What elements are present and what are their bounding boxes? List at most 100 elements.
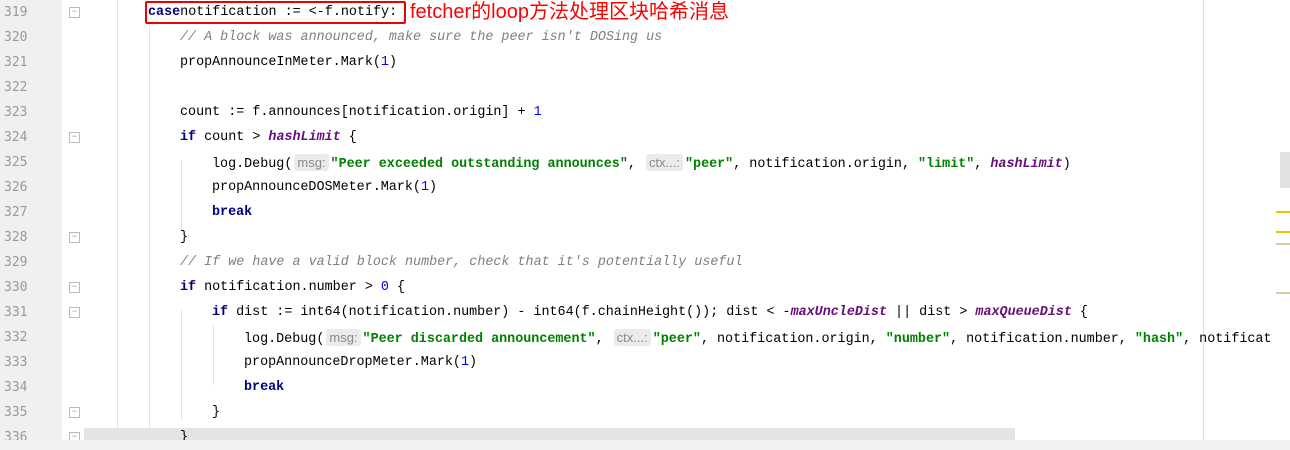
- code-token: break: [244, 380, 285, 395]
- code-token: maxUncleDist: [790, 305, 888, 320]
- code-token: notification.number >: [196, 280, 381, 295]
- code-token: 1: [420, 180, 429, 195]
- code-token: ): [1062, 157, 1071, 172]
- code-token: }: [180, 230, 189, 245]
- parameter-hint: ctx...:: [645, 154, 683, 171]
- code-token: ,: [595, 332, 612, 347]
- fold-icon[interactable]: −: [69, 407, 80, 418]
- code-token: , notification.origin,: [733, 157, 919, 172]
- code-token: if: [212, 305, 229, 320]
- code-token: "peer": [652, 332, 701, 347]
- breadcrumb-bar: [0, 440, 1290, 450]
- code-token: , notification.number,: [950, 332, 1135, 347]
- fold-icon[interactable]: −: [69, 307, 80, 318]
- code-token: propAnnounceInMeter.Mark(: [180, 55, 381, 70]
- code-token: ): [469, 355, 478, 370]
- code-token: ): [388, 55, 397, 70]
- line-number: 330: [4, 280, 28, 295]
- indent-guide: [117, 0, 118, 450]
- code-token: hashLimit: [990, 157, 1063, 172]
- code-line: break: [212, 200, 252, 225]
- code-token: // If we have a valid block number, chec…: [180, 255, 743, 270]
- code-token: log.Debug(: [244, 332, 325, 347]
- code-line: count := f.announces[notification.origin…: [180, 100, 542, 125]
- warning-marker[interactable]: [1276, 211, 1290, 213]
- code-line: }: [212, 400, 220, 425]
- code-line: // If we have a valid block number, chec…: [180, 250, 743, 275]
- line-number: 327: [4, 205, 28, 220]
- code-token: }: [212, 405, 221, 420]
- fold-icon[interactable]: −: [69, 282, 80, 293]
- code-line: propAnnounceDropMeter.Mark(1): [244, 350, 477, 375]
- code-line: if count > hashLimit {: [180, 125, 357, 150]
- parameter-hint: msg:: [294, 154, 329, 171]
- line-number: 334: [4, 380, 28, 395]
- right-margin-guide: [1203, 0, 1204, 440]
- line-number: 333: [4, 355, 28, 370]
- info-marker[interactable]: [1276, 243, 1290, 245]
- code-line: if dist := int64(notification.number) - …: [212, 300, 1088, 325]
- code-token: ): [428, 180, 438, 195]
- fold-icon[interactable]: −: [69, 132, 80, 143]
- code-token: propAnnounceDOSMeter.Mark(: [212, 180, 421, 195]
- line-number: 325: [4, 155, 28, 170]
- code-line: propAnnounceDOSMeter.Mark(1): [212, 175, 437, 200]
- line-number: 331: [4, 305, 28, 320]
- current-line-highlight: [84, 428, 1015, 440]
- code-token: {: [388, 280, 406, 295]
- line-number: 324: [4, 130, 28, 145]
- code-token: break: [212, 205, 253, 220]
- code-token: "peer": [685, 157, 734, 172]
- code-token: if: [180, 280, 197, 295]
- indent-guide: [213, 325, 214, 385]
- code-token: "Peer exceeded outstanding announces": [330, 157, 628, 172]
- scrollbar-thumb[interactable]: [1280, 152, 1290, 188]
- code-token: propAnnounceDropMeter.Mark(: [244, 355, 461, 370]
- line-number: 332: [4, 330, 28, 345]
- line-number: 328: [4, 230, 28, 245]
- indent-guide: [181, 160, 182, 230]
- code-token: "Peer discarded announcement": [362, 332, 596, 347]
- code-token: 1: [460, 355, 470, 370]
- code-token: ,: [627, 157, 644, 172]
- code-line: // A block was announced, make sure the …: [180, 25, 662, 50]
- line-number: 321: [4, 55, 28, 70]
- info-marker[interactable]: [1276, 292, 1290, 294]
- parameter-hint: msg:: [326, 329, 361, 346]
- fold-gutter: [62, 0, 84, 450]
- warning-marker[interactable]: [1276, 231, 1290, 233]
- code-line: log.Debug(msg: "Peer discarded announceme…: [244, 325, 1272, 350]
- code-token: 1: [533, 105, 542, 120]
- line-number: 335: [4, 405, 28, 420]
- line-number: 323: [4, 105, 28, 120]
- code-token: hashLimit: [268, 130, 341, 145]
- code-token: maxQueueDist: [975, 305, 1072, 320]
- code-token: dist := int64(notification.number) - int…: [228, 305, 791, 320]
- code-line: break: [244, 375, 284, 400]
- line-number: 322: [4, 80, 28, 95]
- line-number: 319: [4, 5, 28, 20]
- line-number: 326: [4, 180, 28, 195]
- code-token: , notification.origin,: [700, 332, 886, 347]
- code-token: {: [1071, 305, 1088, 320]
- code-token: || dist >: [887, 305, 976, 320]
- code-token: count := f.announces[notification.origin…: [180, 105, 534, 120]
- code-token: count >: [196, 130, 269, 145]
- code-token: "number": [885, 332, 951, 347]
- code-token: 0: [380, 280, 389, 295]
- code-line: log.Debug(msg: "Peer exceeded outstanding…: [212, 150, 1071, 175]
- code-token: log.Debug(: [212, 157, 293, 172]
- code-line: if notification.number > 0 {: [180, 275, 405, 300]
- fold-icon[interactable]: −: [69, 232, 80, 243]
- code-token: // A block was announced, make sure the …: [180, 30, 663, 45]
- indent-guide: [181, 310, 182, 420]
- code-line: propAnnounceInMeter.Mark(1): [180, 50, 397, 75]
- highlight-box: [145, 1, 406, 24]
- line-number: 329: [4, 255, 28, 270]
- annotation-text: fetcher的loop方法处理区块哈希消息: [410, 1, 729, 23]
- parameter-hint: ctx...:: [613, 329, 651, 346]
- indent-guide: [149, 25, 150, 435]
- fold-icon[interactable]: −: [69, 7, 80, 18]
- code-token: ,: [974, 157, 991, 172]
- line-number: 320: [4, 30, 28, 45]
